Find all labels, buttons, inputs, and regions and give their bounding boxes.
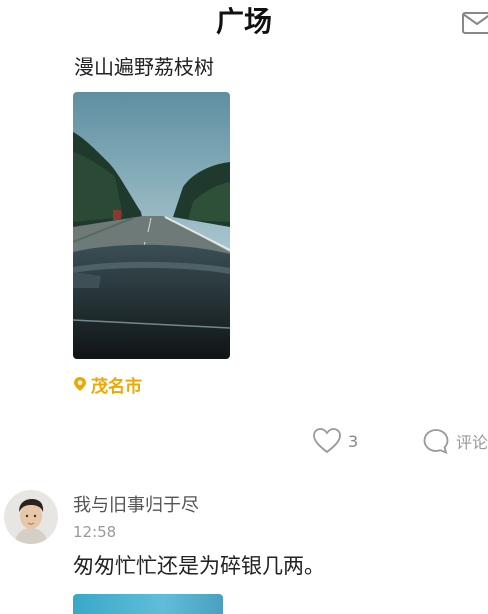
post-actions: 3 评论 bbox=[0, 424, 488, 458]
post-time: 12:58 bbox=[73, 523, 117, 541]
post-location[interactable]: 茂名市 bbox=[73, 373, 142, 397]
like-count: 3 bbox=[348, 431, 359, 451]
post-text: 匆匆忙忙还是为碎银几两。 bbox=[73, 554, 325, 578]
top-bar: 广场 bbox=[0, 0, 488, 46]
comment-label: 评论 bbox=[456, 433, 488, 452]
post-image[interactable] bbox=[73, 594, 223, 614]
username[interactable]: 我与旧事归于尽 bbox=[73, 494, 199, 518]
comment-button[interactable]: 评论 bbox=[422, 424, 488, 458]
heart-outline-icon bbox=[313, 428, 341, 454]
page-title: 广场 bbox=[215, 5, 272, 38]
post-text: 漫山遍野荔枝树 bbox=[74, 55, 214, 79]
post-image[interactable] bbox=[73, 92, 230, 359]
mail-icon[interactable] bbox=[462, 12, 488, 34]
like-button[interactable]: 3 bbox=[312, 424, 358, 458]
comment-bubble-icon bbox=[423, 429, 449, 455]
location-label: 茂名市 bbox=[91, 376, 142, 397]
avatar[interactable] bbox=[4, 490, 58, 544]
location-pin-icon bbox=[74, 377, 86, 391]
